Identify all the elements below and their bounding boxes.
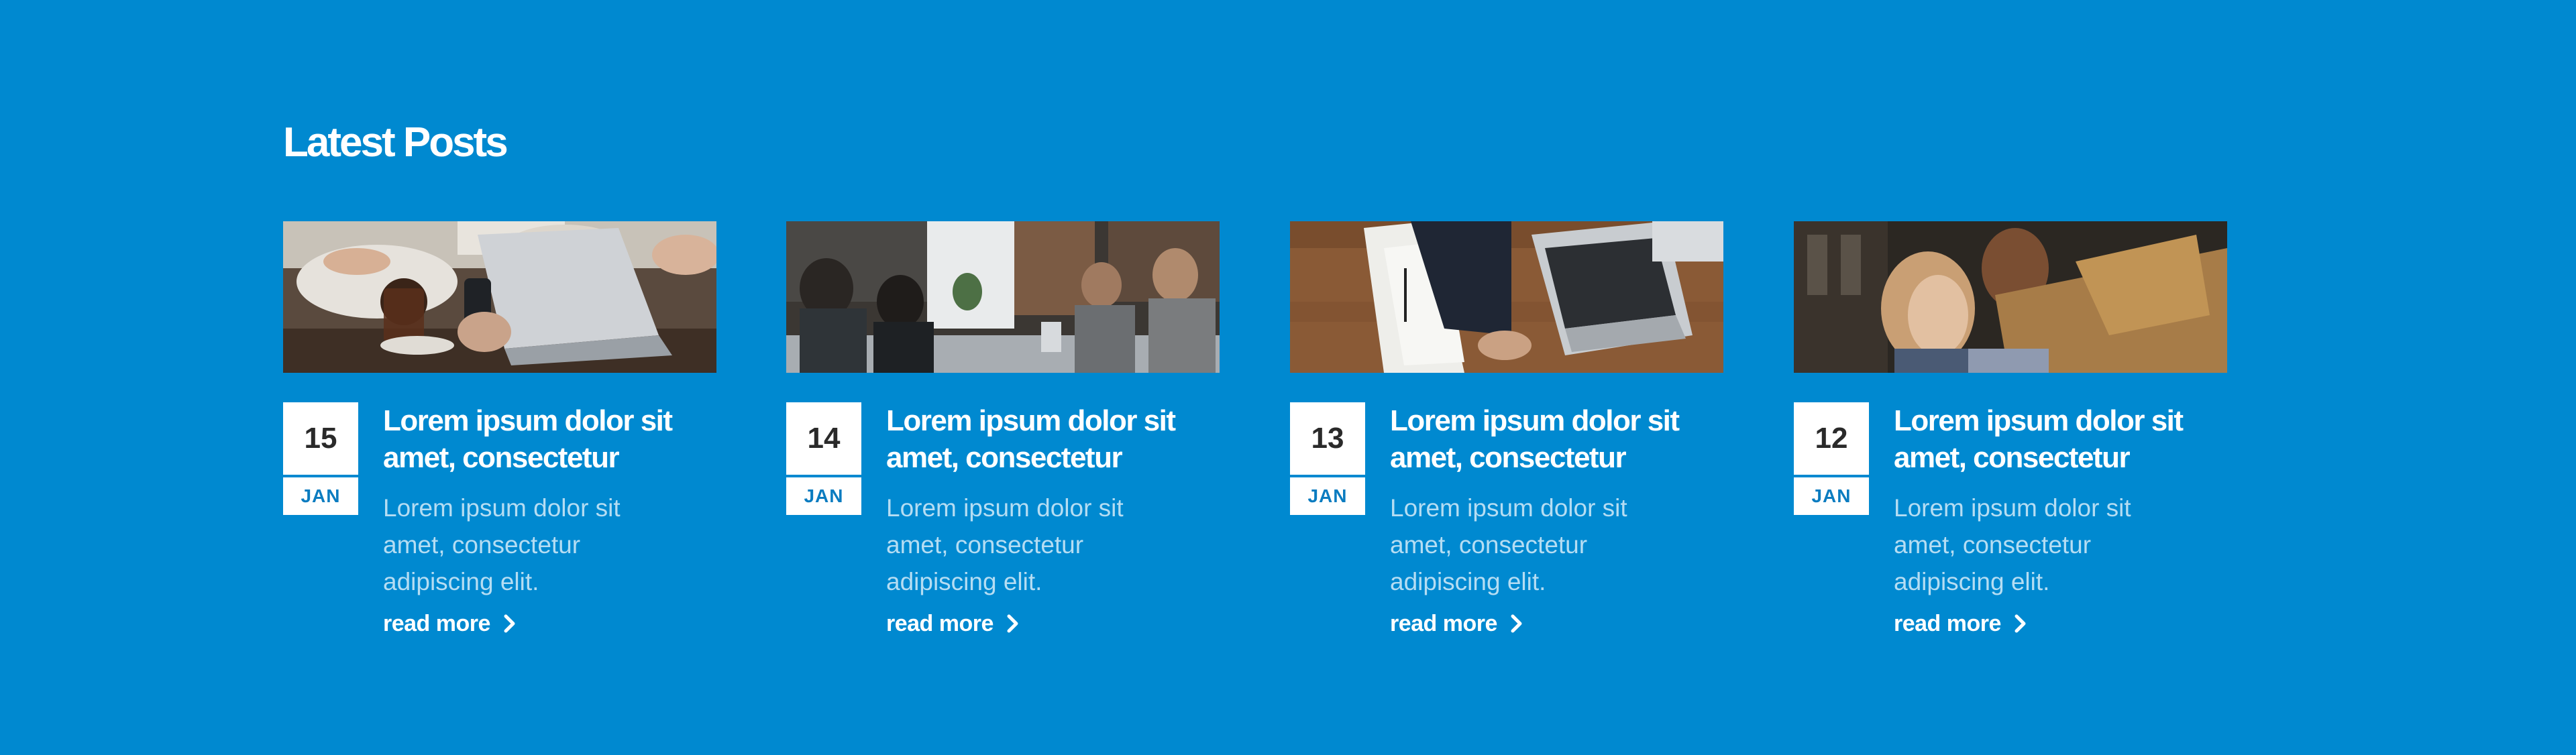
- post-date-day: 14: [786, 402, 861, 475]
- post-image: [1290, 221, 1723, 373]
- post-excerpt: Lorem ipsum dolor sit amet, consectetur …: [1390, 494, 1627, 595]
- post-thumbnail[interactable]: [1290, 221, 1723, 373]
- post-date-day: 13: [1290, 402, 1365, 475]
- chevron-right-icon: [1006, 614, 1020, 634]
- read-more-label: read more: [886, 611, 994, 636]
- posts-grid: 15 JAN Lorem ipsum dolor sit amet, conse…: [283, 221, 2296, 664]
- post-title[interactable]: Lorem ipsum dolor sit amet, consectetur: [886, 402, 1220, 476]
- post-date: 12 JAN: [1794, 402, 1869, 515]
- post-image: [1794, 221, 2227, 373]
- chevron-right-icon: [502, 614, 517, 634]
- post-date-day: 15: [283, 402, 358, 475]
- post-title[interactable]: Lorem ipsum dolor sit amet, consectetur: [1390, 402, 1723, 476]
- post-date-month: JAN: [1290, 477, 1365, 515]
- post-date-month: JAN: [786, 477, 861, 515]
- read-more-link[interactable]: read more: [1894, 607, 2028, 640]
- post-date-month: JAN: [1794, 477, 1869, 515]
- post-date-day: 12: [1794, 402, 1869, 475]
- post-excerpt: Lorem ipsum dolor sit amet, consectetur …: [383, 494, 621, 595]
- section-title: Latest Posts: [283, 119, 508, 166]
- read-more-label: read more: [1894, 611, 2001, 636]
- post-card: 15 JAN Lorem ipsum dolor sit amet, conse…: [283, 221, 716, 664]
- read-more-link[interactable]: read more: [383, 607, 517, 640]
- post-title[interactable]: Lorem ipsum dolor sit amet, consectetur: [1894, 402, 2227, 476]
- post-thumbnail[interactable]: [1794, 221, 2227, 373]
- chevron-right-icon: [1509, 614, 1524, 634]
- post-excerpt: Lorem ipsum dolor sit amet, consectetur …: [886, 494, 1124, 595]
- post-image: [283, 221, 716, 373]
- post-card: 13 JAN Lorem ipsum dolor sit amet, conse…: [1290, 221, 1723, 664]
- post-image: [786, 221, 1220, 373]
- read-more-label: read more: [383, 611, 490, 636]
- read-more-link[interactable]: read more: [1390, 607, 1524, 640]
- post-date-month: JAN: [283, 477, 358, 515]
- post-thumbnail[interactable]: [283, 221, 716, 373]
- read-more-link[interactable]: read more: [886, 607, 1020, 640]
- post-date: 14 JAN: [786, 402, 861, 515]
- post-date: 13 JAN: [1290, 402, 1365, 515]
- post-card: 12 JAN Lorem ipsum dolor sit amet, conse…: [1794, 221, 2227, 664]
- chevron-right-icon: [2013, 614, 2028, 634]
- post-card: 14 JAN Lorem ipsum dolor sit amet, conse…: [786, 221, 1220, 664]
- post-date: 15 JAN: [283, 402, 358, 515]
- post-title[interactable]: Lorem ipsum dolor sit amet, consectetur: [383, 402, 716, 476]
- read-more-label: read more: [1390, 611, 1497, 636]
- latest-posts-section: Latest Posts 15 JAN Lorem ipsum dolor si…: [0, 0, 2576, 755]
- post-excerpt: Lorem ipsum dolor sit amet, consectetur …: [1894, 494, 2131, 595]
- post-thumbnail[interactable]: [786, 221, 1220, 373]
